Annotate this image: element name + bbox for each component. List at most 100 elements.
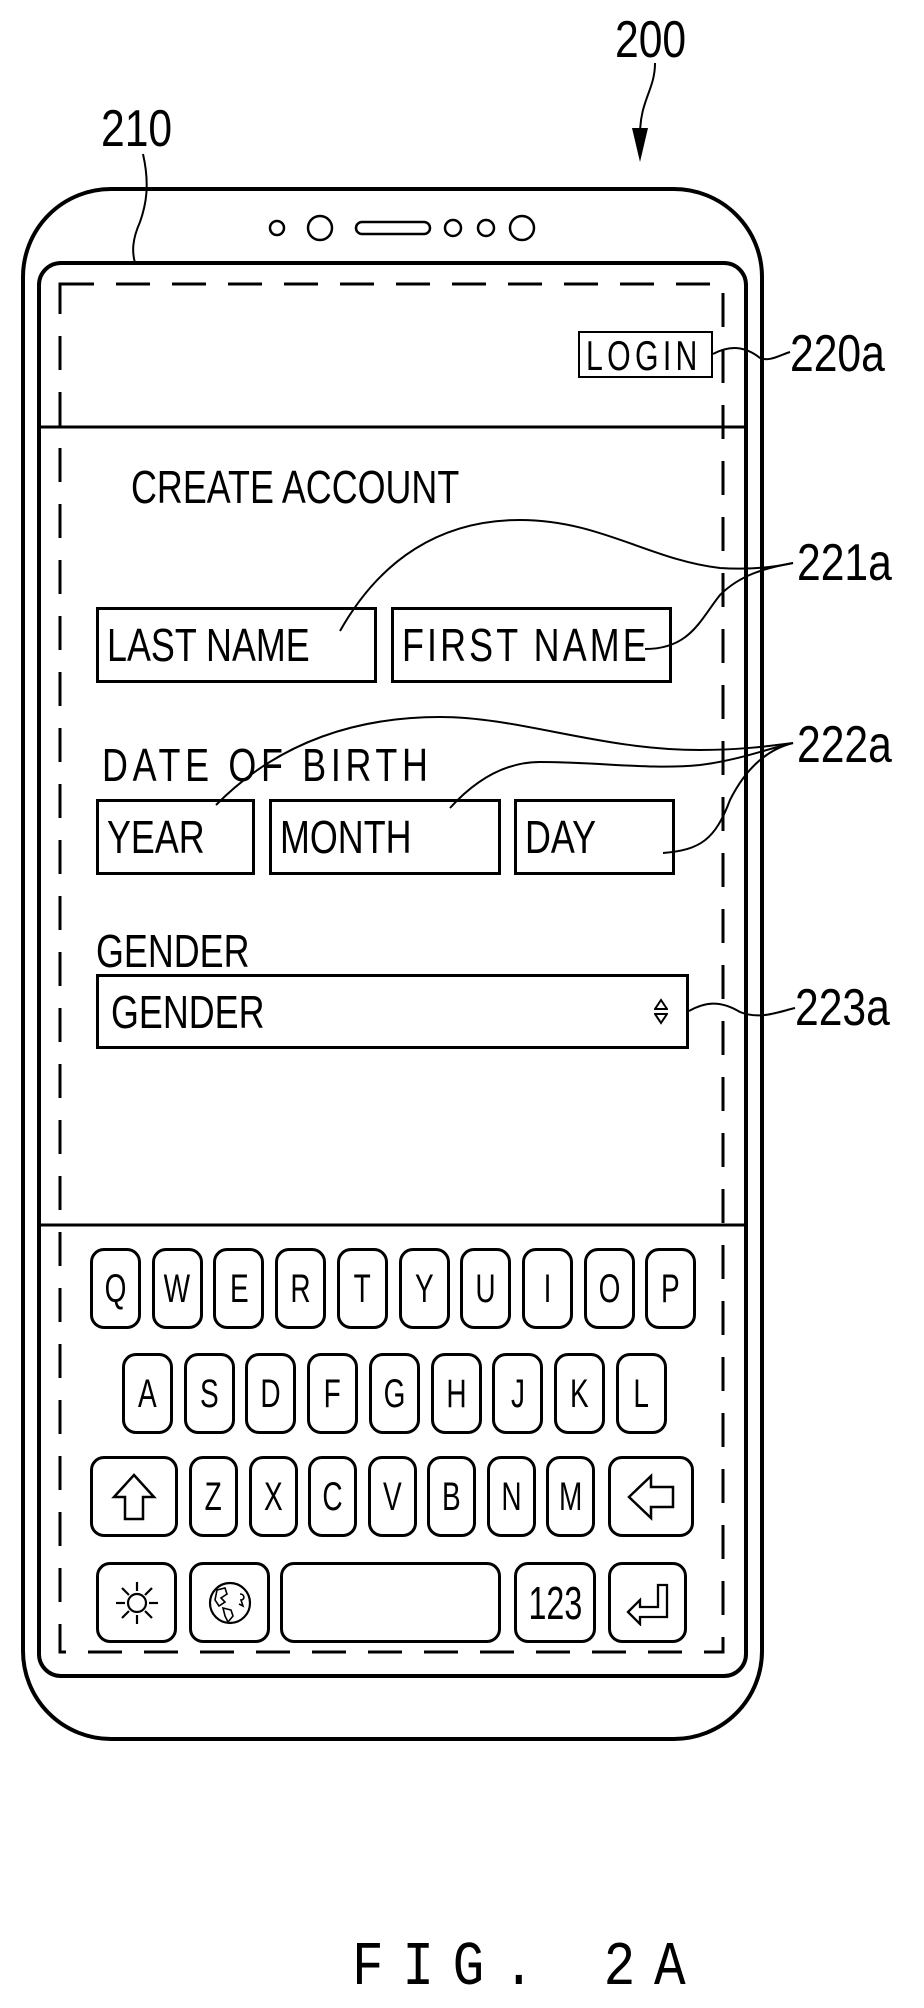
key-label: V (382, 1474, 402, 1519)
year-input[interactable]: YEAR (96, 799, 255, 875)
ref-numeral-221a: 221a (797, 534, 892, 592)
date-of-birth-label: DATE OF BIRTH (102, 739, 433, 791)
key-v[interactable]: V (367, 1456, 417, 1537)
key-label: X (263, 1474, 283, 1519)
key-label: H (445, 1371, 467, 1416)
key-label: B (442, 1474, 461, 1519)
leader-200 (639, 62, 656, 136)
ref-numeral-200: 200 (615, 11, 687, 69)
ref-numeral-220a: 220a (790, 325, 885, 383)
key-label: A (138, 1371, 157, 1416)
led-indicator-icon (476, 218, 496, 238)
key-e[interactable]: E (213, 1248, 265, 1329)
key-label: G (383, 1371, 406, 1416)
key-h[interactable]: H (430, 1353, 482, 1434)
key-label: J (510, 1371, 525, 1416)
sort-updown-icon (654, 997, 668, 1025)
key-label: K (570, 1371, 589, 1416)
space-key[interactable] (280, 1562, 501, 1643)
key-b[interactable]: B (427, 1456, 476, 1537)
key-c[interactable]: C (308, 1456, 357, 1537)
key-label: E (229, 1266, 249, 1311)
login-label: LOGIN (586, 332, 702, 379)
month-input[interactable]: MONTH (269, 799, 501, 875)
key-label: P (661, 1266, 681, 1311)
light-sensor-icon (443, 218, 463, 238)
leader-220a (712, 347, 791, 361)
language-key[interactable] (189, 1562, 270, 1643)
key-g[interactable]: G (368, 1353, 420, 1434)
key-label: M (558, 1474, 583, 1519)
gender-selected-value: GENDER (111, 985, 265, 1038)
key-label: Q (104, 1266, 127, 1311)
key-label: I (543, 1266, 552, 1311)
key-p[interactable]: P (645, 1248, 697, 1329)
backspace-key[interactable] (608, 1456, 694, 1537)
key-r[interactable]: R (275, 1248, 327, 1329)
gender-select[interactable]: GENDER (96, 974, 689, 1049)
key-i[interactable]: I (521, 1248, 573, 1329)
iris-camera-icon (508, 214, 536, 242)
last-name-input[interactable]: LAST NAME (96, 607, 377, 683)
last-name-placeholder: LAST NAME (107, 619, 310, 671)
create-account-title: CREATE ACCOUNT (131, 461, 460, 513)
shift-key[interactable] (90, 1456, 178, 1537)
key-s[interactable]: S (183, 1353, 235, 1434)
leader-223a (688, 1002, 796, 1017)
backspace-icon (627, 1472, 675, 1521)
key-d[interactable]: D (245, 1353, 297, 1434)
key-x[interactable]: X (248, 1456, 298, 1537)
key-j[interactable]: J (492, 1353, 544, 1434)
day-input[interactable]: DAY (514, 799, 675, 875)
key-y[interactable]: Y (398, 1248, 450, 1329)
arrowhead-200 (632, 128, 648, 162)
key-w[interactable]: W (151, 1248, 203, 1329)
figure-caption: FIG. 2A (352, 1932, 705, 2003)
ref-numeral-223a: 223a (795, 979, 890, 1037)
month-placeholder: MONTH (280, 811, 412, 863)
speaker-grille-icon (354, 220, 432, 236)
key-m[interactable]: M (546, 1456, 595, 1537)
key-f[interactable]: F (307, 1353, 359, 1434)
key-label: S (199, 1371, 219, 1416)
key-l[interactable]: L (615, 1353, 667, 1434)
login-button[interactable]: LOGIN (578, 331, 713, 378)
key-u[interactable]: U (460, 1248, 512, 1329)
key-label: W (163, 1266, 191, 1311)
key-label: Z (204, 1474, 223, 1519)
key-label: O (598, 1266, 620, 1311)
key-t[interactable]: T (336, 1248, 388, 1329)
first-name-input[interactable]: FIRST NAME (391, 607, 672, 683)
key-k[interactable]: K (553, 1353, 605, 1434)
key-label: L (633, 1371, 649, 1416)
year-placeholder: YEAR (107, 811, 205, 863)
key-label: C (322, 1474, 343, 1519)
numbers-label: 123 (528, 1576, 582, 1629)
key-label: F (324, 1371, 342, 1416)
enter-key[interactable] (608, 1562, 687, 1643)
front-camera-icon (306, 214, 334, 242)
day-placeholder: DAY (525, 811, 597, 863)
key-label: U (475, 1266, 496, 1311)
ref-numeral-222a: 222a (797, 716, 892, 774)
key-z[interactable]: Z (189, 1456, 238, 1537)
key-n[interactable]: N (486, 1456, 536, 1537)
gender-label: GENDER (96, 925, 250, 977)
key-label: R (290, 1266, 311, 1311)
enter-icon (625, 1583, 668, 1626)
key-a[interactable]: A (122, 1353, 173, 1434)
key-o[interactable]: O (583, 1248, 635, 1329)
settings-key[interactable] (96, 1562, 177, 1643)
key-label: Y (414, 1266, 434, 1311)
leader-210 (132, 153, 148, 264)
ref-numeral-210: 210 (101, 100, 173, 158)
key-label: D (260, 1371, 281, 1416)
globe-icon (208, 1581, 251, 1624)
first-name-placeholder: FIRST NAME (402, 619, 650, 671)
proximity-sensor-icon (268, 219, 286, 237)
sensor-bar (268, 214, 536, 242)
key-q[interactable]: Q (90, 1248, 141, 1329)
key-label: N (500, 1474, 522, 1519)
shift-icon (111, 1472, 157, 1520)
numbers-key[interactable]: 123 (514, 1562, 596, 1643)
